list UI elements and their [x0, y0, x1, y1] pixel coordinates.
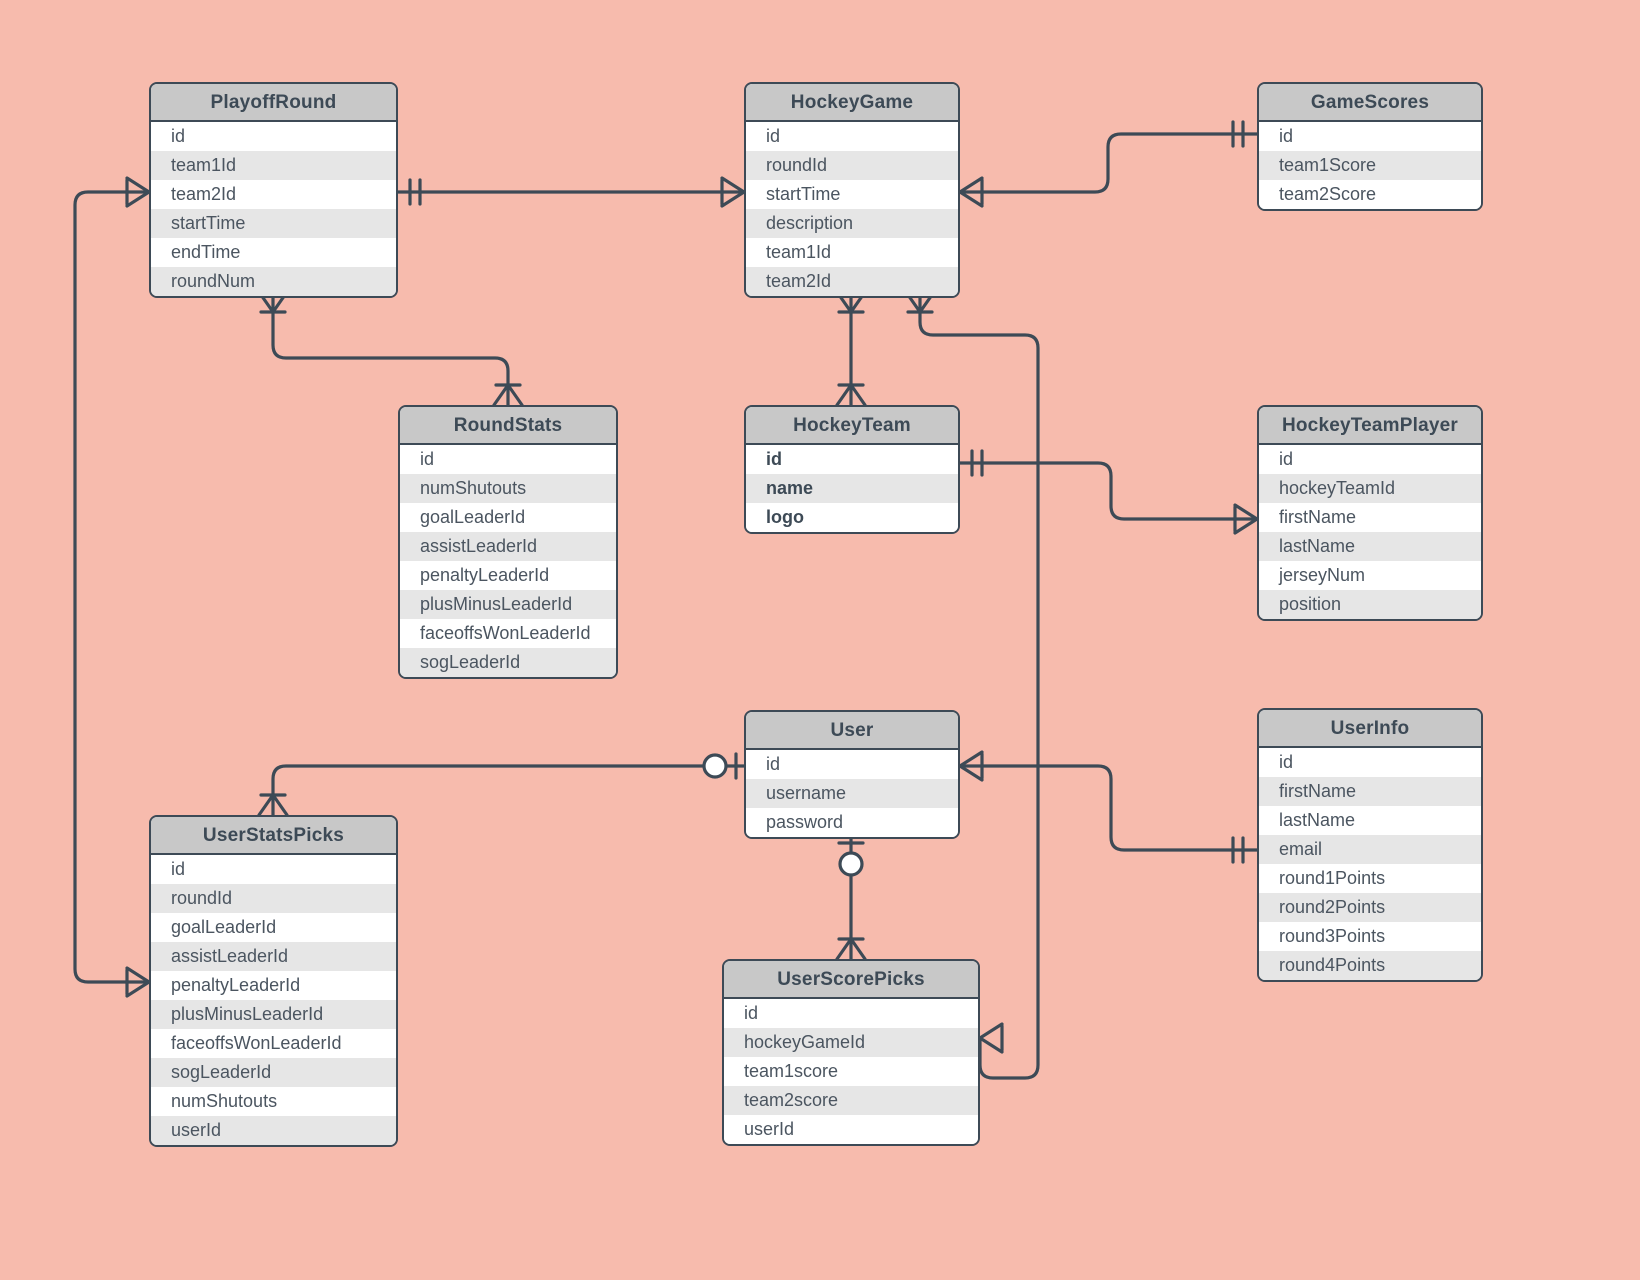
attribute-row[interactable]: lastName — [1259, 532, 1481, 561]
attribute-row[interactable]: goalLeaderId — [400, 503, 616, 532]
attribute-row[interactable]: firstName — [1259, 777, 1481, 806]
attribute-row[interactable]: id — [746, 122, 958, 151]
attribute-row[interactable]: id — [400, 445, 616, 474]
attribute-row[interactable]: team2Score — [1259, 180, 1481, 209]
attribute-row[interactable]: startTime — [151, 209, 396, 238]
attribute-row[interactable]: id — [151, 855, 396, 884]
attribute-row[interactable]: assistLeaderId — [151, 942, 396, 971]
attribute-row[interactable]: firstName — [1259, 503, 1481, 532]
connector-hockeyteam-hockeyteamplayer — [958, 461, 1259, 521]
entity-hockeygame[interactable]: HockeyGame id roundId startTime description t… — [744, 82, 960, 298]
entity-title-userscorepicks: UserScorePicks — [724, 961, 978, 999]
attribute-row[interactable]: round4Points — [1259, 951, 1481, 980]
attribute-row[interactable]: team1Id — [746, 238, 958, 267]
entity-title-gamescores: GameScores — [1259, 84, 1481, 122]
attribute-row[interactable]: faceoffsWonLeaderId — [151, 1029, 396, 1058]
attribute-row[interactable]: team1Id — [151, 151, 396, 180]
connector-playoffround-roundstats — [271, 290, 510, 407]
connector-playoffround-userstatspicks — [73, 190, 151, 984]
entity-userstatspicks[interactable]: UserStatsPicks id roundId goalLeaderId assis… — [149, 815, 398, 1147]
attribute-row[interactable]: userId — [151, 1116, 396, 1145]
attribute-row[interactable]: lastName — [1259, 806, 1481, 835]
attribute-row[interactable]: id — [1259, 445, 1481, 474]
attribute-row[interactable]: team2Id — [746, 267, 958, 296]
attribute-row[interactable]: id — [724, 999, 978, 1028]
attribute-row[interactable]: sogLeaderId — [400, 648, 616, 677]
attribute-row[interactable]: position — [1259, 590, 1481, 619]
connector-user-userinfo — [958, 764, 1259, 852]
entity-title-userstatspicks: UserStatsPicks — [151, 817, 396, 855]
attribute-row[interactable]: goalLeaderId — [151, 913, 396, 942]
attribute-row[interactable]: hockeyTeamId — [1259, 474, 1481, 503]
attribute-row[interactable]: jerseyNum — [1259, 561, 1481, 590]
attribute-row[interactable]: sogLeaderId — [151, 1058, 396, 1087]
attribute-row[interactable]: id — [1259, 748, 1481, 777]
attribute-row[interactable]: id — [151, 122, 396, 151]
entity-userinfo[interactable]: UserInfo id firstName lastName email round1Po… — [1257, 708, 1483, 982]
entity-title-userinfo: UserInfo — [1259, 710, 1481, 748]
attribute-row[interactable]: password — [746, 808, 958, 837]
attribute-row[interactable]: round1Points — [1259, 864, 1481, 893]
attribute-row[interactable]: penaltyLeaderId — [151, 971, 396, 1000]
attribute-row[interactable]: team1Score — [1259, 151, 1481, 180]
entity-title-hockeyteam: HockeyTeam — [746, 407, 958, 445]
attribute-row[interactable]: id — [746, 445, 958, 474]
entity-title-hockeygame: HockeyGame — [746, 84, 958, 122]
attribute-row[interactable]: roundNum — [151, 267, 396, 296]
attribute-row[interactable]: email — [1259, 835, 1481, 864]
attribute-row[interactable]: round3Points — [1259, 922, 1481, 951]
attribute-row[interactable]: faceoffsWonLeaderId — [400, 619, 616, 648]
attribute-row[interactable]: round2Points — [1259, 893, 1481, 922]
entity-title-hockeyteamplayer: HockeyTeamPlayer — [1259, 407, 1481, 445]
attribute-row[interactable]: id — [1259, 122, 1481, 151]
attribute-row[interactable]: plusMinusLeaderId — [400, 590, 616, 619]
attribute-row[interactable]: userId — [724, 1115, 978, 1144]
entity-title-user: User — [746, 712, 958, 750]
attribute-row[interactable]: team2score — [724, 1086, 978, 1115]
attribute-row[interactable]: numShutouts — [151, 1087, 396, 1116]
attribute-row[interactable]: numShutouts — [400, 474, 616, 503]
connector-hockeygame-gamescores — [958, 132, 1259, 194]
entity-gamescores[interactable]: GameScores id team1Score team2Score — [1257, 82, 1483, 211]
entity-userscorepicks[interactable]: UserScorePicks id hockeyGameId team1score te… — [722, 959, 980, 1146]
attribute-row[interactable]: id — [746, 750, 958, 779]
attribute-row[interactable]: penaltyLeaderId — [400, 561, 616, 590]
attribute-row[interactable]: logo — [746, 503, 958, 532]
entity-title-roundstats: RoundStats — [400, 407, 616, 445]
attribute-row[interactable]: roundId — [151, 884, 396, 913]
attribute-row[interactable]: username — [746, 779, 958, 808]
entity-user[interactable]: User id username password — [744, 710, 960, 839]
entity-title-playoffround: PlayoffRound — [151, 84, 396, 122]
attribute-row[interactable]: roundId — [746, 151, 958, 180]
connector-user-userstatspicks — [271, 764, 746, 817]
attribute-row[interactable]: name — [746, 474, 958, 503]
attribute-row[interactable]: team2Id — [151, 180, 396, 209]
entity-playoffround[interactable]: PlayoffRound id team1Id team2Id startTime end… — [149, 82, 398, 298]
attribute-row[interactable]: assistLeaderId — [400, 532, 616, 561]
entity-roundstats[interactable]: RoundStats id numShutouts goalLeaderId assis… — [398, 405, 618, 679]
entity-hockeyteam[interactable]: HockeyTeam id name logo — [744, 405, 960, 534]
attribute-row[interactable]: endTime — [151, 238, 396, 267]
attribute-row[interactable]: team1score — [724, 1057, 978, 1086]
attribute-row[interactable]: hockeyGameId — [724, 1028, 978, 1057]
attribute-row[interactable]: startTime — [746, 180, 958, 209]
attribute-row[interactable]: plusMinusLeaderId — [151, 1000, 396, 1029]
attribute-row[interactable]: description — [746, 209, 958, 238]
entity-hockeyteamplayer[interactable]: HockeyTeamPlayer id hockeyTeamId firstName l… — [1257, 405, 1483, 621]
er-diagram-canvas: PlayoffRound id team1Id team2Id startTime end… — [0, 0, 1640, 1280]
